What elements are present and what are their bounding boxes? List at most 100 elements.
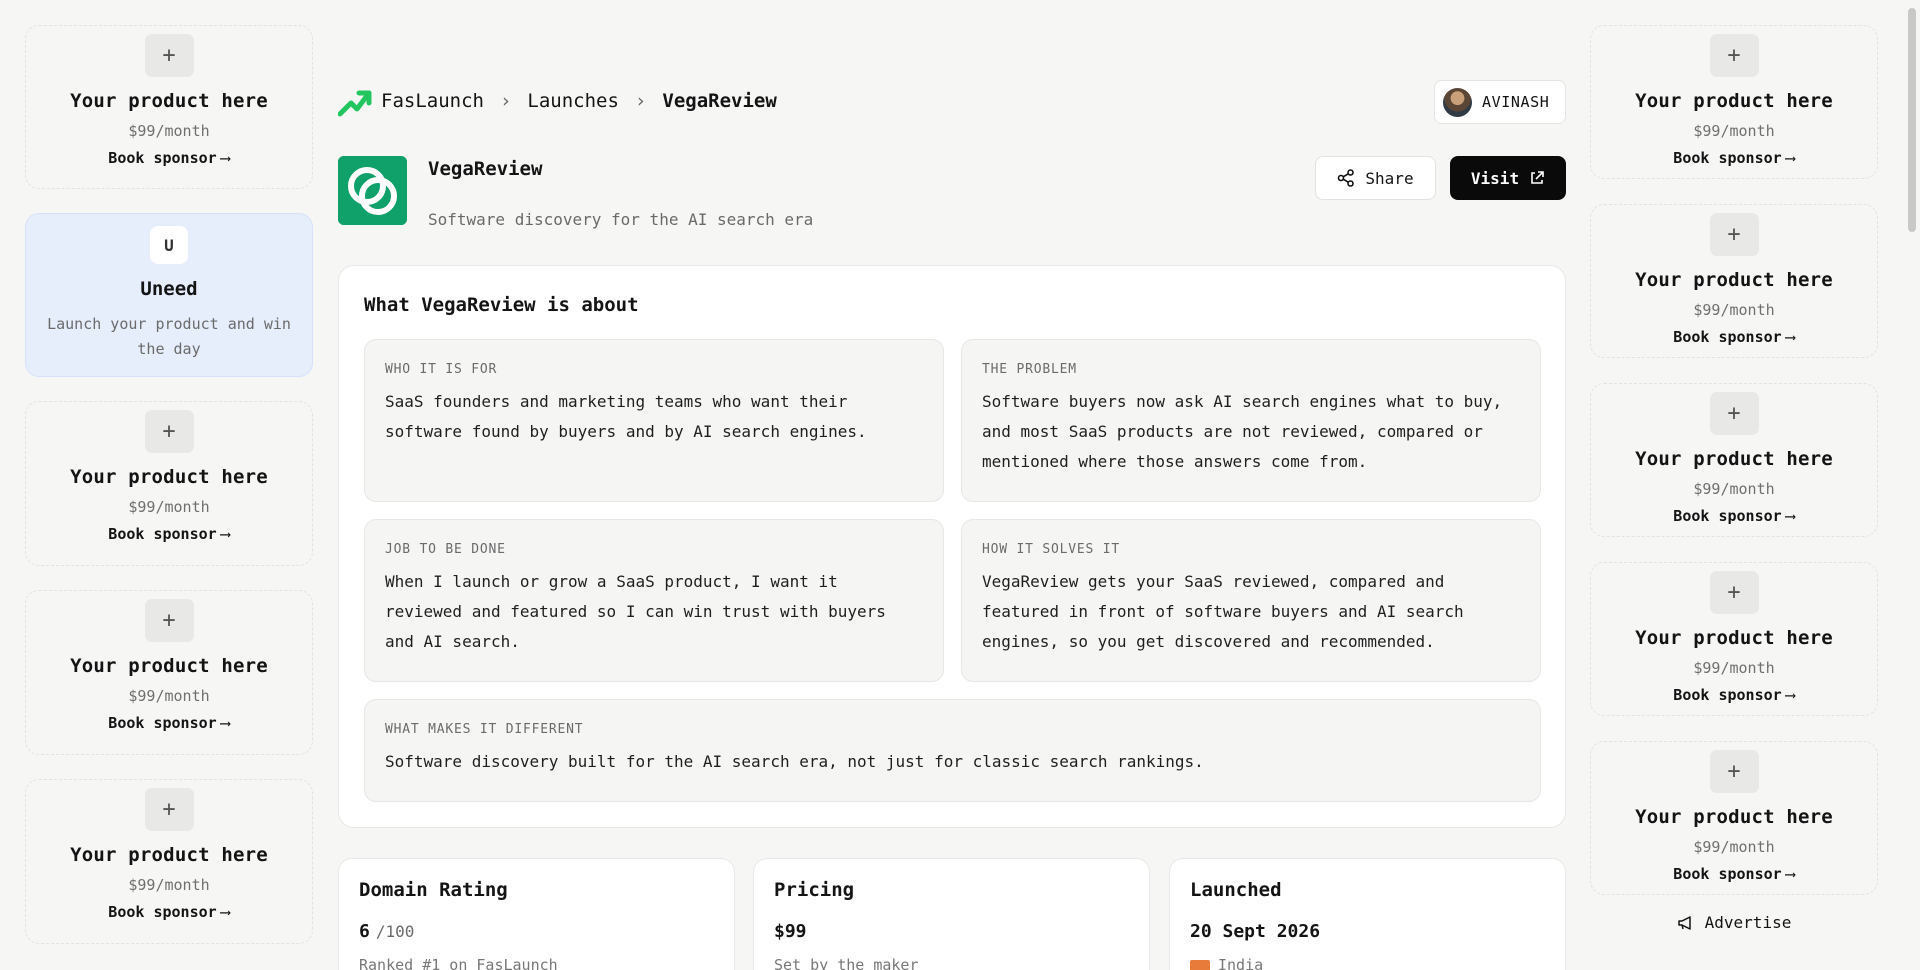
sponsor-slot[interactable]: + Your product here $99/month Book spons… bbox=[1590, 562, 1878, 716]
sponsor-title: Your product here bbox=[70, 655, 268, 677]
sponsor-title: Your product here bbox=[70, 844, 268, 866]
stat-note: Set by the maker bbox=[774, 956, 919, 970]
info-label: WHO IT IS FOR bbox=[385, 362, 498, 377]
book-sponsor-link[interactable]: Book sponsor ⟶ bbox=[1591, 865, 1877, 889]
sponsor-title: Your product here bbox=[1635, 806, 1833, 828]
plus-icon[interactable]: + bbox=[1709, 34, 1759, 77]
right-sponsor-column: + Your product here $99/month Book spons… bbox=[1590, 25, 1878, 932]
share-icon bbox=[1338, 169, 1355, 187]
stat-note: Ranked #1 on FasLaunch bbox=[359, 956, 558, 970]
book-sponsor-link[interactable]: Book sponsor ⟶ bbox=[1591, 686, 1877, 710]
sponsor-title: Your product here bbox=[70, 466, 268, 488]
sponsor-price: $99/month bbox=[1693, 122, 1775, 140]
visit-label: Visit bbox=[1470, 168, 1520, 188]
book-sponsor-link[interactable]: Book sponsor ⟶ bbox=[1591, 149, 1877, 173]
info-text: VegaReview gets your SaaS reviewed, comp… bbox=[982, 572, 1464, 651]
arrow-right-icon: ⟶ bbox=[220, 525, 230, 543]
arrow-right-icon: ⟶ bbox=[220, 149, 230, 167]
featured-description: Launch your product and win the day bbox=[47, 315, 291, 358]
sponsor-price: $99/month bbox=[1693, 838, 1775, 856]
sponsor-price: $99/month bbox=[1693, 659, 1775, 677]
product-tagline: Software discovery for the AI search era bbox=[428, 210, 814, 229]
avatar bbox=[1443, 87, 1472, 117]
plus-icon[interactable]: + bbox=[1709, 750, 1759, 793]
sponsor-title: Your product here bbox=[1635, 90, 1833, 112]
launched-card: Launched 20 Sept 2026 India bbox=[1169, 858, 1566, 970]
arrow-right-icon: ⟶ bbox=[1785, 507, 1795, 525]
sponsor-price: $99/month bbox=[1693, 301, 1775, 319]
pricing-card: Pricing $99 Set by the maker bbox=[753, 858, 1150, 970]
plus-icon[interactable]: + bbox=[1709, 571, 1759, 614]
info-label: THE PROBLEM bbox=[982, 362, 1077, 377]
arrow-right-icon: ⟶ bbox=[1785, 865, 1795, 883]
stat-title: Pricing bbox=[774, 879, 855, 901]
plus-icon[interactable]: + bbox=[1709, 392, 1759, 435]
book-sponsor-link[interactable]: Book sponsor ⟶ bbox=[1591, 507, 1877, 531]
featured-product-uneed[interactable]: U Uneed Launch your product and win the … bbox=[25, 213, 313, 377]
stat-title: Domain Rating bbox=[359, 879, 508, 901]
vegareview-logo bbox=[338, 156, 407, 225]
book-sponsor-link[interactable]: Book sponsor ⟶ bbox=[1591, 328, 1877, 352]
job-to-be-done-box: JOB TO BE DONE When I launch or grow a S… bbox=[364, 519, 944, 682]
info-text: Software buyers now ask AI search engine… bbox=[982, 392, 1503, 471]
uneed-logo: U bbox=[150, 226, 188, 264]
about-title: What VegaReview is about bbox=[364, 294, 639, 316]
page-scrollbar[interactable] bbox=[1908, 8, 1916, 232]
sponsor-price: $99/month bbox=[128, 876, 210, 894]
external-link-icon bbox=[1531, 171, 1544, 184]
link-rings-icon bbox=[338, 156, 407, 225]
sponsor-title: Your product here bbox=[1635, 448, 1833, 470]
share-button[interactable]: Share bbox=[1315, 156, 1436, 200]
who-it-is-for-box: WHO IT IS FOR SaaS founders and marketin… bbox=[364, 339, 944, 502]
advertise-link[interactable]: Advertise bbox=[1590, 913, 1878, 932]
sponsor-slot[interactable]: + Your product here $99/month Book spons… bbox=[1590, 25, 1878, 179]
info-text: Software discovery built for the AI sear… bbox=[385, 752, 1204, 771]
india-flag-icon bbox=[1190, 959, 1210, 970]
book-sponsor-link[interactable]: Book sponsor ⟶ bbox=[26, 149, 312, 173]
visit-button[interactable]: Visit bbox=[1450, 156, 1566, 200]
sponsor-title: Your product here bbox=[1635, 269, 1833, 291]
plus-icon[interactable]: + bbox=[144, 599, 194, 642]
arrow-right-icon: ⟶ bbox=[220, 714, 230, 732]
stat-value: 20 Sept 2026 bbox=[1190, 921, 1321, 942]
sponsor-slot[interactable]: + Your product here $99/month Book spons… bbox=[25, 779, 313, 944]
sponsor-slot[interactable]: + Your product here $99/month Book spons… bbox=[25, 401, 313, 566]
sponsor-slot[interactable]: + Your product here $99/month Book spons… bbox=[25, 590, 313, 755]
book-sponsor-link[interactable]: Book sponsor ⟶ bbox=[26, 525, 312, 549]
share-label: Share bbox=[1365, 168, 1414, 188]
book-sponsor-link[interactable]: Book sponsor ⟶ bbox=[26, 903, 312, 927]
plus-icon[interactable]: + bbox=[144, 410, 194, 453]
info-text: SaaS founders and marketing teams who wa… bbox=[385, 392, 867, 441]
info-label: HOW IT SOLVES IT bbox=[982, 542, 1121, 557]
sponsor-slot[interactable]: + Your product here $99/month Book spons… bbox=[1590, 204, 1878, 358]
sponsor-price: $99/month bbox=[128, 498, 210, 516]
sponsor-slot[interactable]: + Your product here $99/month Book spons… bbox=[1590, 741, 1878, 895]
info-text: When I launch or grow a SaaS product, I … bbox=[385, 572, 886, 651]
sponsor-slot[interactable]: + Your product here $99/month Book spons… bbox=[1590, 383, 1878, 537]
plus-icon[interactable]: + bbox=[144, 788, 194, 831]
advertise-label: Advertise bbox=[1704, 913, 1792, 932]
arrow-right-icon: ⟶ bbox=[1785, 149, 1795, 167]
breadcrumb-brand[interactable]: FasLaunch bbox=[381, 90, 484, 112]
product-name: VegaReview bbox=[428, 158, 543, 180]
sponsor-price: $99/month bbox=[1693, 480, 1775, 498]
arrow-right-icon: ⟶ bbox=[1785, 328, 1795, 346]
stat-title: Launched bbox=[1190, 879, 1282, 901]
sponsor-slot[interactable]: + Your product here $99/month Book spons… bbox=[25, 25, 313, 189]
breadcrumb-launches[interactable]: Launches bbox=[527, 90, 619, 112]
sponsor-title: Your product here bbox=[1635, 627, 1833, 649]
trend-up-icon[interactable] bbox=[338, 88, 372, 118]
chevron-right-icon: › bbox=[499, 90, 512, 112]
book-sponsor-link[interactable]: Book sponsor ⟶ bbox=[26, 714, 312, 738]
top-bar: FasLaunch › Launches › VegaReview AVINAS… bbox=[338, 80, 1566, 124]
about-section: What VegaReview is about WHO IT IS FOR S… bbox=[338, 265, 1566, 828]
featured-name: Uneed bbox=[140, 278, 198, 300]
megaphone-icon bbox=[1677, 915, 1691, 930]
domain-rating-card: Domain Rating 6/100 Ranked #1 on FasLaun… bbox=[338, 858, 735, 970]
user-menu-button[interactable]: AVINASH bbox=[1434, 80, 1566, 124]
info-label: JOB TO BE DONE bbox=[385, 542, 506, 557]
plus-icon[interactable]: + bbox=[1709, 213, 1759, 256]
plus-icon[interactable]: + bbox=[144, 34, 194, 77]
sponsor-price: $99/month bbox=[128, 687, 210, 705]
how-it-solves-box: HOW IT SOLVES IT VegaReview gets your Sa… bbox=[961, 519, 1541, 682]
